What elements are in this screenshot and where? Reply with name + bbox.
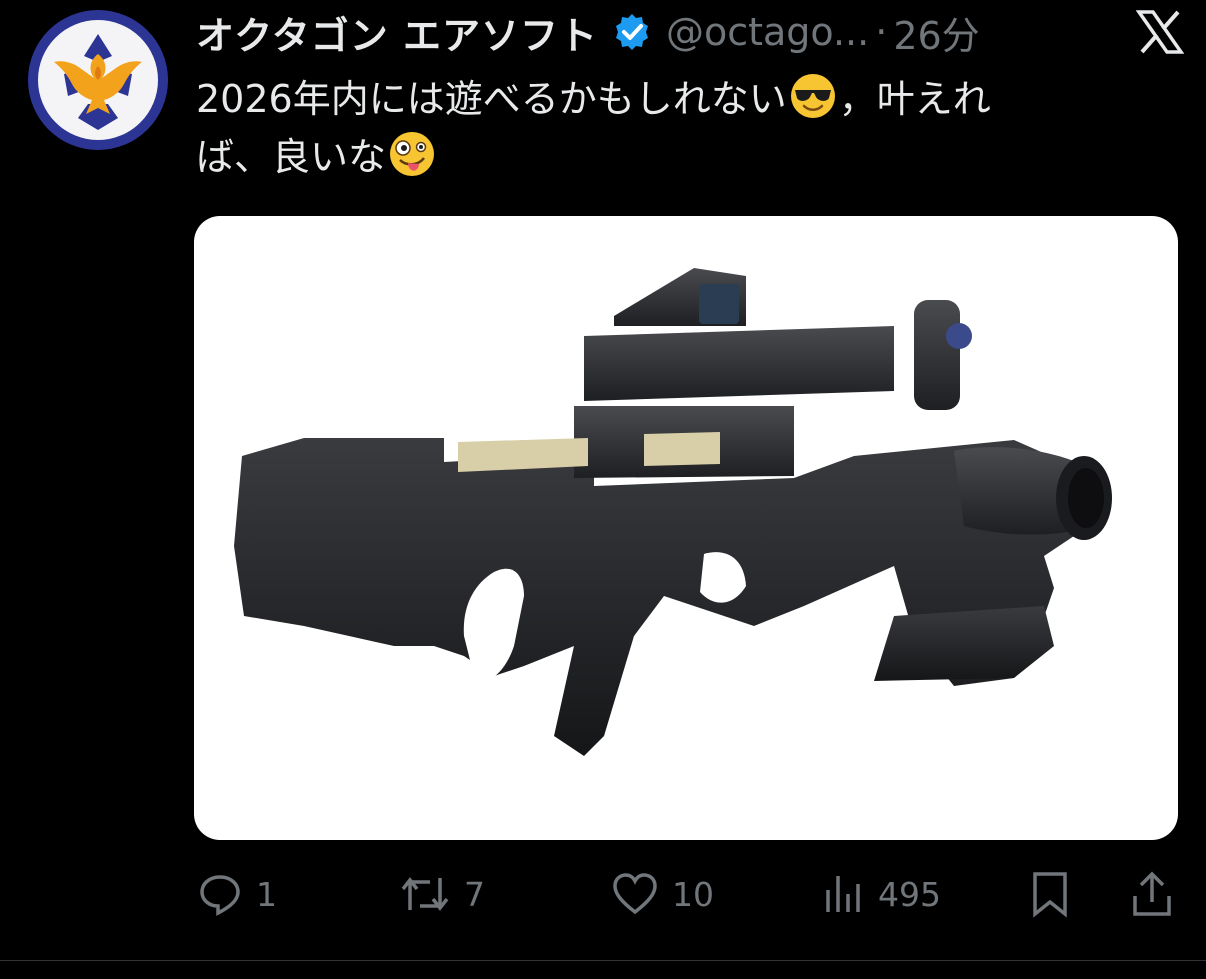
retweet-button[interactable]: 7: [400, 862, 485, 926]
tweet-header: オクタゴン エアソフト @octago... · 26分: [196, 4, 1178, 60]
bookmark-icon: [1033, 872, 1067, 918]
verified-badge-icon: [615, 14, 648, 50]
tweet-text-line1: 2026年内には遊べるかもしれない: [196, 77, 787, 121]
tweet-text-line2: ば、良いな: [196, 135, 387, 179]
separator-dot: ·: [875, 10, 888, 54]
views-button[interactable]: 495: [824, 862, 941, 926]
share-icon: [1133, 871, 1171, 916]
tweet-text-continuation: ，叶えれ: [838, 77, 991, 121]
divider: [0, 960, 1206, 961]
reply-count: 1: [256, 874, 277, 914]
author-name[interactable]: オクタゴン エアソフト: [196, 5, 598, 60]
retweet-icon: [401, 877, 449, 911]
author-handle[interactable]: @octago...: [666, 10, 869, 54]
bookmark-button[interactable]: [1030, 862, 1070, 926]
views-count: 495: [878, 874, 941, 914]
tweet-media-image[interactable]: [194, 216, 1178, 840]
like-button[interactable]: 10: [612, 862, 714, 926]
reply-button[interactable]: 1: [198, 862, 277, 926]
zany-face-icon: [390, 132, 435, 176]
airsoft-gun-image: [234, 268, 1112, 756]
like-count: 10: [672, 874, 714, 914]
share-button[interactable]: [1130, 862, 1174, 926]
avatar[interactable]: [28, 10, 168, 150]
retweet-count: 7: [464, 874, 485, 914]
views-chart-icon: [826, 876, 860, 912]
tweet-actions-bar: 1 7 10 495: [194, 862, 1178, 926]
x-logo-icon[interactable]: [1136, 10, 1184, 54]
octagon-airsoft-logo: [28, 10, 168, 150]
heart-icon: [613, 873, 657, 915]
tweet-text: 2026年内には遊べるかもしれない ，叶えれ ば、良いな: [196, 70, 1156, 186]
smiling-face-with-sunglasses-icon: [790, 74, 835, 118]
reply-icon: [200, 875, 240, 916]
tweet-timestamp[interactable]: 26分: [893, 5, 979, 60]
